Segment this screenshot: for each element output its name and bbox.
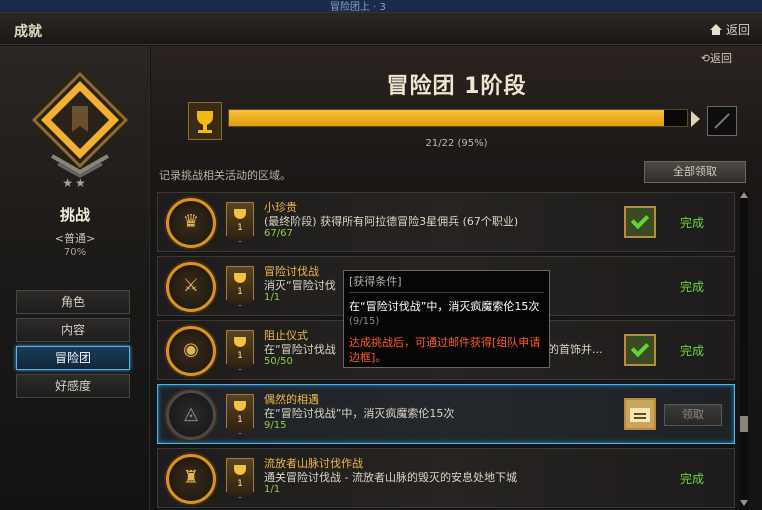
window-title: 成就 [14, 24, 42, 40]
claim-button[interactable]: 领取 [664, 404, 722, 426]
achievement-desc: 在“冒险讨伐战 [264, 343, 336, 356]
achievement-count: 9/15 [264, 420, 287, 431]
home-label: 返回 [725, 23, 750, 37]
rank-badge: 1 [226, 394, 254, 434]
status-complete: 完成 [680, 472, 705, 486]
eye-icon: ◬ [166, 390, 216, 440]
nav-item-character[interactable]: 角色 [16, 290, 130, 314]
achievement-desc-tail: 的首饰并... [548, 343, 603, 356]
reward-scroll-icon[interactable] [624, 398, 656, 430]
category-name: 挑战 [59, 206, 90, 224]
achievement-desc: (最终阶段) 获得所有阿拉德冒险3星佣兵 (67个职业) [264, 215, 519, 228]
left-panel: ★★ 挑战 <普通> 70% 角色 内容 冒险团 好感度 [0, 46, 150, 510]
tooltip-header: [获得条件] [349, 274, 544, 293]
challenge-emblem-icon [31, 72, 129, 178]
scroll-down-icon[interactable] [740, 500, 748, 506]
condition-tooltip: [获得条件] 在“冒险讨伐战”中，消灭疯魔索伦15次 (9/15) 达成挑战后，… [343, 270, 550, 368]
achievement-count: 1/1 [264, 484, 281, 495]
category-description: 记录挑战相关活动的区域。 [159, 169, 291, 182]
achievement-count: 67/67 [264, 228, 293, 239]
rank-stars: ★★ [62, 176, 88, 190]
progress-bar [228, 109, 688, 127]
category-difficulty: <普通> [54, 232, 96, 245]
achievement-desc: 在“冒险讨伐战”中，消灭疯魔索伦15次 [264, 407, 455, 420]
nav-item-adventure-team[interactable]: 冒险团 [16, 346, 130, 370]
progress-arrow-icon [691, 111, 700, 127]
fortress-icon: ♜ [166, 454, 216, 504]
achievement-count: 50/50 [264, 356, 293, 367]
achievement-desc: 通关冒险讨伐战 - 流放者山脉的毁灭的安息处地下城 [264, 471, 517, 484]
achievement-count: 1/1 [264, 292, 281, 303]
soldier-icon: ♛ [166, 198, 216, 248]
rank-badge: 1 [226, 330, 254, 370]
status-complete: 完成 [680, 344, 705, 358]
scroll-up-icon[interactable] [740, 192, 748, 198]
reward-check-icon[interactable] [624, 334, 656, 366]
back-label: 返回 [710, 52, 732, 65]
tooltip-task: 在“冒险讨伐战”中，消灭疯魔索伦15次 [349, 300, 540, 313]
achievement-row[interactable]: ♜ 1 流放者山脉讨伐作战 通关冒险讨伐战 - 流放者山脉的毁灭的安息处地下城 … [157, 448, 735, 508]
achievement-row-selected[interactable]: ◬ 1 偶然的相遇 在“冒险讨伐战”中，消灭疯魔索伦15次 9/15 领取 [157, 384, 735, 444]
rank-badge: 1 [226, 266, 254, 306]
nav-item-affinity[interactable]: 好感度 [16, 374, 130, 398]
claim-all-button[interactable]: 全部领取 [644, 161, 746, 183]
scroll-thumb[interactable] [740, 416, 748, 432]
rank-badge: 1 [226, 202, 254, 242]
status-complete: 完成 [680, 280, 705, 294]
title-bar: 成就 返回 [0, 13, 762, 45]
stage-reward-slot[interactable] [707, 106, 737, 136]
trophy-icon [188, 102, 222, 140]
eye-icon: ◉ [166, 326, 216, 376]
reward-check-icon[interactable] [624, 206, 656, 238]
list-scrollbar[interactable] [740, 192, 748, 510]
top-strip: 冒险团上 · 3 [0, 0, 762, 13]
tooltip-note: 达成挑战后，可通过邮件获得[组队申请边框]。 [349, 336, 541, 364]
status-complete: 完成 [680, 216, 705, 230]
stage-title: 冒险团 1阶段 [386, 74, 527, 99]
progress-text: 21/22 (95%) [425, 138, 488, 149]
back-link[interactable]: ⟲返回 [701, 50, 732, 66]
achievement-window: 成就 返回 ★★ 挑战 <普通> 70% 角色 内容 冒险团 好感度 ⟲返回 冒… [0, 12, 762, 510]
crossed-swords-icon: ⚔ [166, 262, 216, 312]
tooltip-progress: (9/15) [349, 316, 380, 327]
nav-item-content[interactable]: 内容 [16, 318, 130, 342]
rank-badge: 1 [226, 458, 254, 498]
home-icon [709, 23, 722, 36]
home-button[interactable]: 返回 [709, 21, 750, 38]
category-nav: 角色 内容 冒险团 好感度 [16, 290, 132, 402]
achievement-row[interactable]: ♛ 1 小珍贵 (最终阶段) 获得所有阿拉德冒险3星佣兵 (67个职业) 67/… [157, 192, 735, 252]
achievement-desc: 消灭“冒险讨伐 [264, 279, 336, 292]
category-percent: 70% [63, 247, 87, 258]
progress-bar-fill [229, 110, 665, 126]
